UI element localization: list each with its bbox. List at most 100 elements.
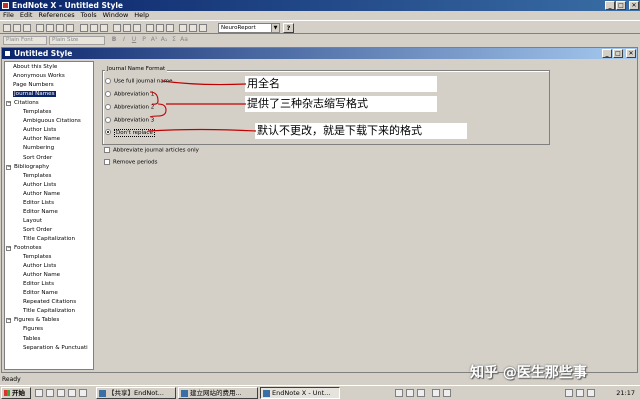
insert-citation-icon[interactable]: [166, 24, 174, 32]
tray-app-icon[interactable]: [395, 389, 403, 397]
media-icon[interactable]: [79, 389, 87, 397]
style-minimize-button[interactable]: _: [602, 49, 612, 58]
tray-input-icon[interactable]: [587, 389, 595, 397]
word-link-icon[interactable]: [179, 24, 187, 32]
radio-abbreviation-1[interactable]: Abbreviation 1: [105, 91, 154, 99]
radio-indicator[interactable]: [105, 104, 111, 110]
radio-indicator[interactable]: [105, 129, 111, 135]
tree-item[interactable]: Tables: [23, 335, 40, 344]
bold-button[interactable]: B: [110, 36, 118, 44]
open-link-icon[interactable]: [133, 24, 141, 32]
radio-indicator[interactable]: [105, 78, 111, 84]
checkbox-remove-periods[interactable]: Remove periods: [104, 159, 157, 167]
close-button[interactable]: ✕: [629, 1, 639, 10]
style-maximize-button[interactable]: □: [613, 49, 623, 58]
find-full-text-icon[interactable]: [123, 24, 131, 32]
symbol-button[interactable]: Σ: [170, 36, 178, 44]
checkbox-indicator[interactable]: [104, 159, 110, 165]
tree-item[interactable]: − Citations: [6, 99, 39, 108]
tree-item[interactable]: Author Name: [23, 135, 60, 144]
new-reference-icon[interactable]: [80, 24, 88, 32]
collapse-icon[interactable]: −: [6, 101, 11, 107]
tray-help-icon[interactable]: [432, 389, 440, 397]
tree-item[interactable]: Author Name: [23, 271, 60, 280]
collapse-icon[interactable]: −: [6, 246, 11, 251]
format-paper-icon[interactable]: [156, 24, 164, 32]
tree-item[interactable]: Repeated Citations: [23, 298, 76, 307]
tree-item[interactable]: Separation & Punctuati: [23, 344, 88, 353]
menu-window[interactable]: Window: [103, 11, 129, 20]
tree-item[interactable]: Templates: [23, 172, 51, 181]
menu-help[interactable]: Help: [134, 11, 149, 20]
tree-item[interactable]: Journal Names: [13, 90, 56, 99]
tray-record-icon[interactable]: [406, 389, 414, 397]
subscript-button[interactable]: A₁: [160, 36, 168, 44]
font-select[interactable]: Plain Font: [3, 36, 47, 45]
tray-security-icon[interactable]: [565, 389, 573, 397]
preview-icon[interactable]: [146, 24, 154, 32]
print-icon[interactable]: [36, 24, 44, 32]
new-icon[interactable]: [3, 24, 11, 32]
tree-item[interactable]: Author Lists: [23, 262, 56, 271]
collapse-icon[interactable]: −: [6, 164, 11, 170]
tree-item[interactable]: Editor Name: [23, 289, 58, 298]
explorer-icon[interactable]: [68, 389, 76, 397]
tree-item[interactable]: Sort Order: [23, 154, 52, 163]
tree-item[interactable]: Page Numbers: [13, 81, 54, 90]
online-search-icon[interactable]: [113, 24, 121, 32]
style-close-button[interactable]: ✕: [626, 49, 636, 58]
tree-item[interactable]: Title Capitalization: [23, 307, 75, 316]
copy-icon[interactable]: [56, 24, 64, 32]
tree-item[interactable]: Layout: [23, 217, 42, 226]
tree-item[interactable]: Editor Lists: [23, 280, 54, 289]
groups-icon[interactable]: [189, 24, 197, 32]
edit-reference-icon[interactable]: [90, 24, 98, 32]
help-button[interactable]: ?: [283, 23, 294, 33]
show-all-icon[interactable]: [199, 24, 207, 32]
checkbox-indicator[interactable]: [104, 147, 110, 153]
radio-indicator[interactable]: [105, 91, 111, 97]
tree-item[interactable]: Author Lists: [23, 126, 56, 135]
menu-file[interactable]: File: [3, 11, 14, 20]
case-button[interactable]: Aa: [180, 36, 188, 44]
tray-network-icon[interactable]: [443, 389, 451, 397]
tree-item[interactable]: Sort Order: [23, 226, 52, 235]
tree-item[interactable]: Anonymous Works: [13, 72, 65, 81]
tree-item[interactable]: Templates: [23, 253, 51, 262]
menu-edit[interactable]: Edit: [20, 11, 33, 20]
radio-use-full-name[interactable]: Use full journal name: [105, 78, 173, 86]
search-icon[interactable]: [100, 24, 108, 32]
cut-icon[interactable]: [46, 24, 54, 32]
tray-settings-icon[interactable]: [417, 389, 425, 397]
menu-references[interactable]: References: [38, 11, 74, 20]
desktop-icon[interactable]: [35, 389, 43, 397]
radio-abbreviation-3[interactable]: Abbreviation 3: [105, 117, 154, 125]
start-button[interactable]: 开始: [1, 387, 31, 399]
radio-dont-replace[interactable]: Don't replace: [105, 128, 155, 137]
plain-button[interactable]: P: [140, 36, 148, 44]
tree-item[interactable]: About this Style: [13, 63, 57, 72]
tree-item[interactable]: Editor Lists: [23, 199, 54, 208]
tree-item[interactable]: Author Lists: [23, 181, 56, 190]
tree-item[interactable]: Figures: [23, 325, 43, 334]
underline-button[interactable]: U: [130, 36, 138, 44]
superscript-button[interactable]: A¹: [150, 36, 158, 44]
tree-item[interactable]: − Footnotes: [6, 244, 42, 253]
paste-icon[interactable]: [66, 24, 74, 32]
task-endnote-shared[interactable]: 【共享】EndNot...: [96, 387, 176, 399]
minimize-button[interactable]: _: [605, 1, 615, 10]
tree-item[interactable]: Ambiguous Citations: [23, 117, 81, 126]
size-select[interactable]: Plain Size: [49, 36, 105, 45]
italic-button[interactable]: I: [120, 36, 128, 44]
ie-browser-icon[interactable]: [46, 389, 54, 397]
collapse-icon[interactable]: −: [6, 318, 11, 324]
radio-indicator[interactable]: [105, 117, 111, 123]
open-icon[interactable]: [13, 24, 21, 32]
tree-item[interactable]: Templates: [23, 108, 51, 117]
task-website-cost[interactable]: 建立网站的费用...: [178, 387, 258, 399]
menu-tools[interactable]: Tools: [81, 11, 97, 20]
tree-item[interactable]: Editor Name: [23, 208, 58, 217]
tree-item[interactable]: − Bibliography: [6, 163, 49, 172]
tree-item[interactable]: Numbering: [23, 144, 54, 153]
tree-item[interactable]: Title Capitalization: [23, 235, 75, 244]
